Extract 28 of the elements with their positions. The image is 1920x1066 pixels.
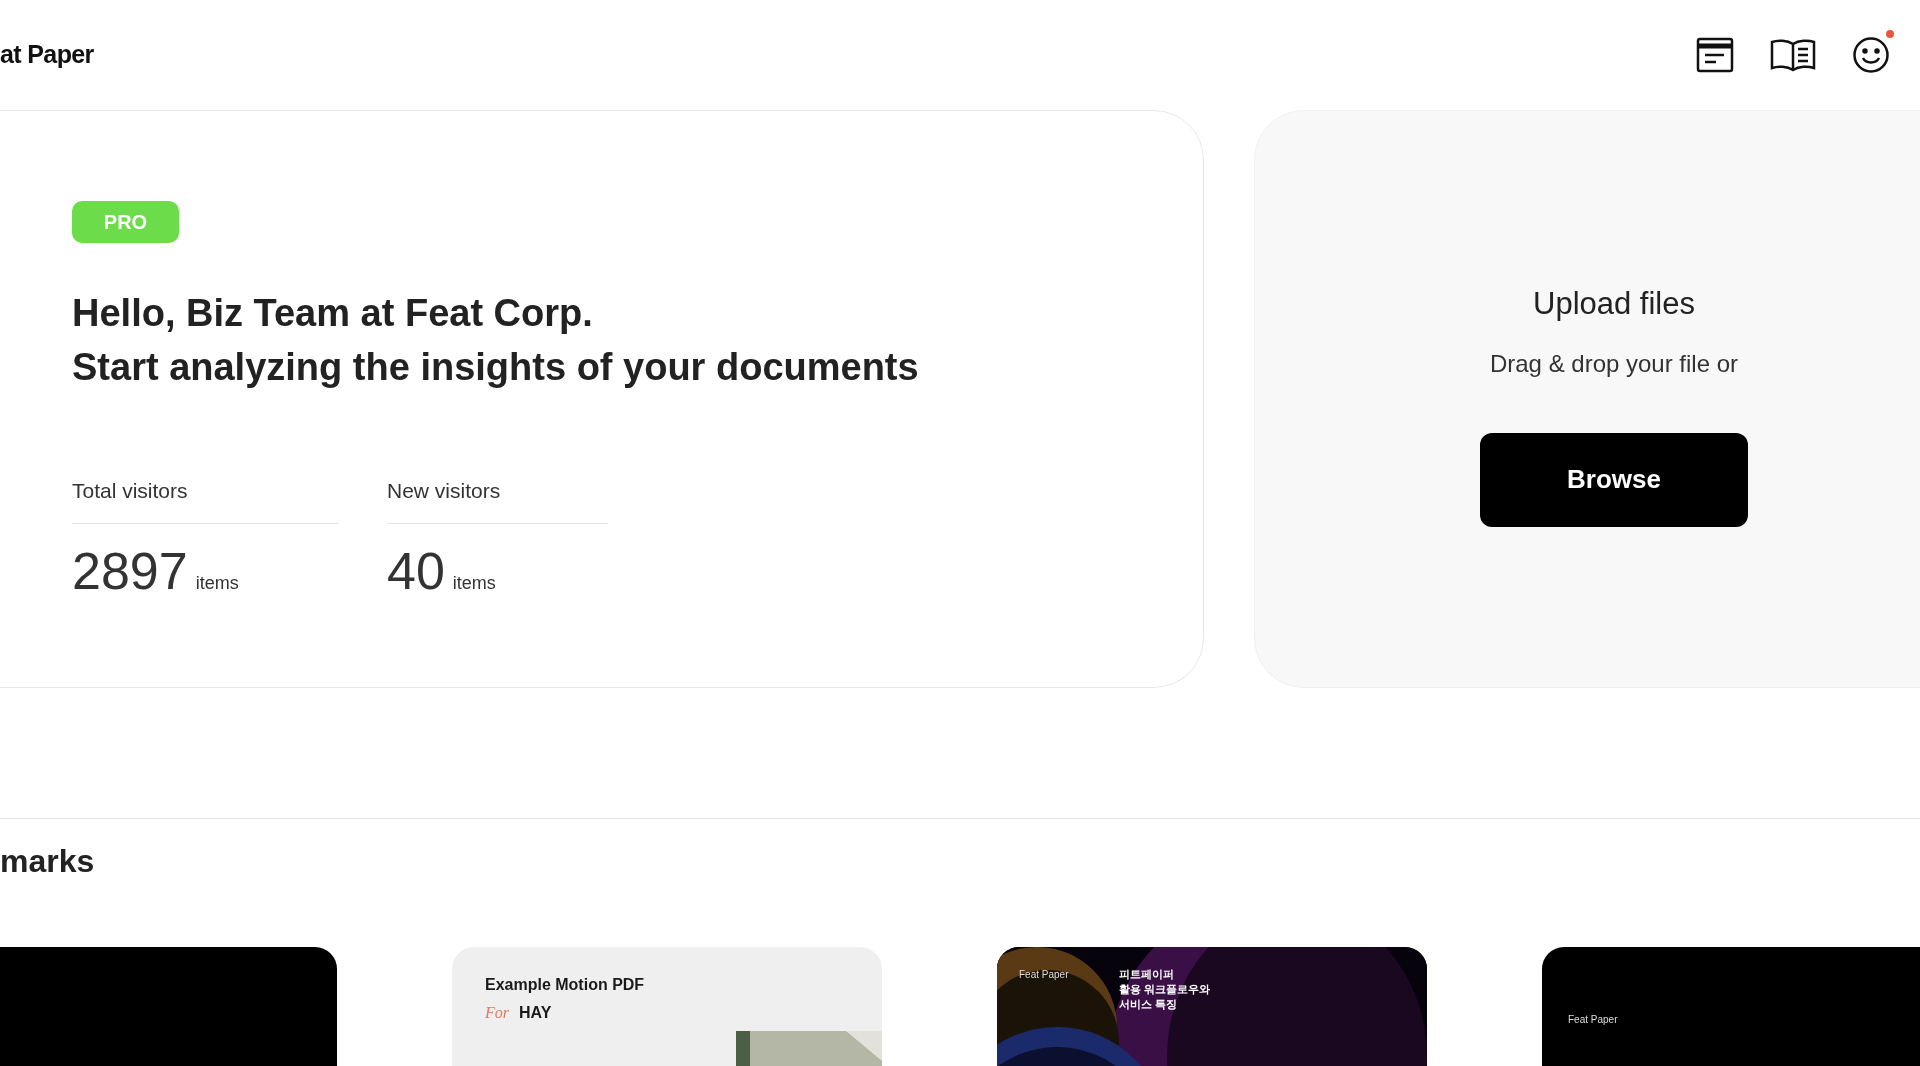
browse-button[interactable]: Browse <box>1480 432 1748 527</box>
brand-label: Feat Paper <box>1568 1013 1618 1027</box>
stat-value: 2897 <box>72 540 188 602</box>
document-title-line: 서비스 특징 <box>1119 997 1179 1012</box>
upload-title: Upload files <box>1533 285 1695 323</box>
greeting-heading: Hello, Biz Team at Feat Corp. <box>72 291 594 335</box>
window-icon[interactable] <box>1696 37 1734 73</box>
stat-label: New visitors <box>387 475 608 524</box>
section-heading: marks <box>0 842 96 881</box>
greeting-subheading: Start analyzing the insights of your documents <box>72 345 920 389</box>
document-thumbnail[interactable]: Feat Paper <box>1542 947 1920 1066</box>
logo[interactable]: at Paper <box>0 36 94 74</box>
document-thumbnail[interactable]: Example Motion PDF For HAY <box>452 947 882 1066</box>
stat-unit: items <box>195 571 239 595</box>
pro-badge: PRO <box>72 201 179 243</box>
upload-hint: Drag & drop your file or <box>1489 348 1739 379</box>
brand-label: Feat Paper <box>1019 968 1069 982</box>
document-thumbnail[interactable]: Feat Paper 피트페이퍼 활용 워크플로우와 서비스 특징 <box>997 947 1427 1066</box>
smiley-icon[interactable] <box>1852 36 1890 74</box>
book-icon[interactable] <box>1770 38 1816 72</box>
stat-unit: items <box>452 571 496 595</box>
client-name: HAY <box>519 1003 552 1023</box>
document-title: Example Motion PDF <box>485 975 646 995</box>
document-title-line: 활용 워크플로우와 <box>1119 982 1211 997</box>
for-label: For <box>485 1003 509 1023</box>
stat-label: Total visitors <box>72 475 338 524</box>
stat-value: 40 <box>387 540 445 602</box>
document-title-line: 피트페이퍼 <box>1119 967 1175 982</box>
